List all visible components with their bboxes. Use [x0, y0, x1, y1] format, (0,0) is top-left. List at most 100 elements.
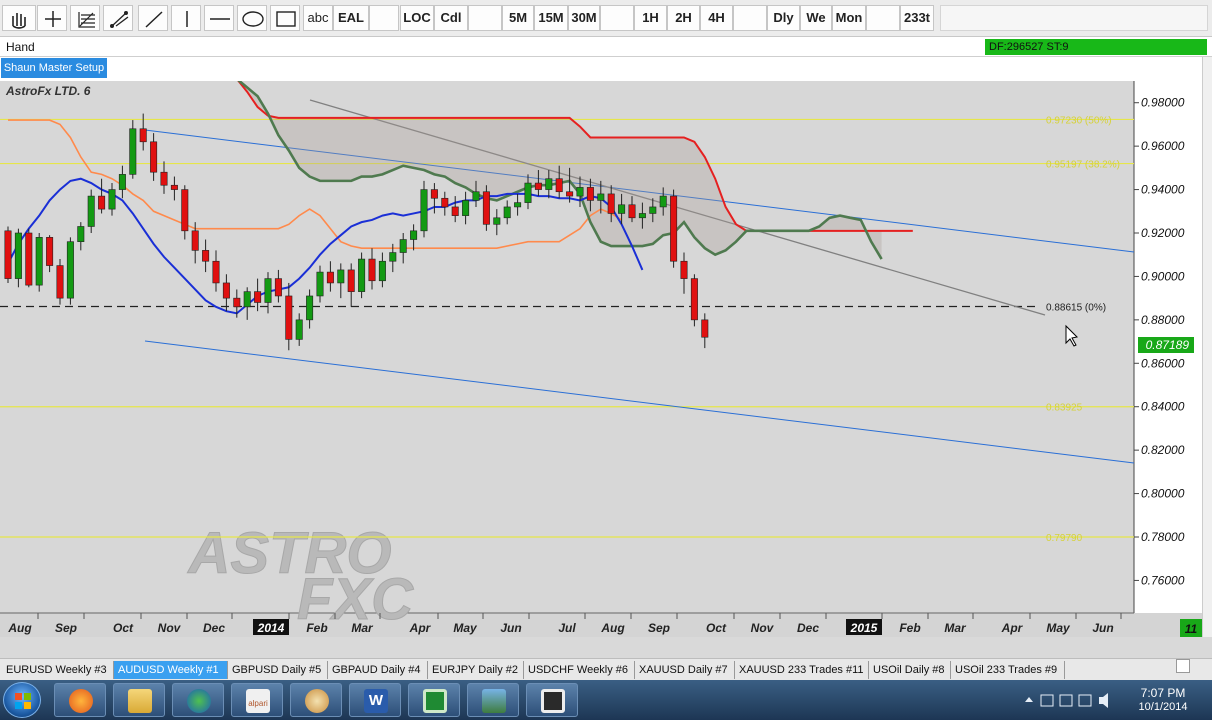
- photo-taskbar-button[interactable]: [467, 683, 519, 717]
- df-status-box: DF:296527 ST:9: [985, 39, 1207, 55]
- candle-body: [191, 230, 199, 251]
- volume-icon[interactable]: [1099, 693, 1108, 708]
- camtasia-recorder-taskbar-button[interactable]: [526, 683, 578, 717]
- candle-body: [680, 260, 688, 279]
- vertical-line-tool-button[interactable]: [171, 5, 201, 31]
- tab-usoil-233-trades[interactable]: USOil 233 Trades #9: [951, 661, 1065, 679]
- candle-body: [378, 260, 386, 282]
- candle-body: [420, 189, 428, 232]
- candle-body: [98, 195, 106, 210]
- candle-body: [701, 319, 709, 338]
- tab-xauusd-daily[interactable]: XAUUSD Daily #7: [635, 661, 735, 679]
- right-scroll-panel[interactable]: [1202, 57, 1212, 637]
- crosshair-tool-button[interactable]: [37, 5, 67, 31]
- rectangle-tool-button[interactable]: [270, 5, 300, 31]
- candle-body: [399, 239, 407, 253]
- tab-eurjpy-daily[interactable]: EURJPY Daily #2: [428, 661, 524, 679]
- candle-body: [87, 195, 95, 227]
- candle: [129, 120, 137, 179]
- clock-time[interactable]: 7:07 PM: [1128, 686, 1198, 700]
- windows-logo-icon: [15, 693, 31, 709]
- time-tick-label: May: [453, 621, 478, 635]
- hand-icon: [12, 13, 26, 29]
- start-button[interactable]: [3, 682, 41, 718]
- toolbar-spacer: [468, 5, 502, 31]
- candle-body: [170, 184, 178, 190]
- camtasia-taskbar-button[interactable]: [408, 683, 460, 717]
- tab-audusd-weekly[interactable]: AUDUSD Weekly #1: [114, 661, 228, 679]
- word-taskbar-button[interactable]: W: [349, 683, 401, 717]
- tab-gbpusd-daily[interactable]: GBPUSD Daily #5: [228, 661, 328, 679]
- candle: [358, 252, 366, 299]
- fibonacci-tool-button[interactable]: [70, 5, 100, 31]
- tab-eurusd-weekly[interactable]: EURUSD Weekly #3: [2, 661, 114, 679]
- timeframe-4h-button[interactable]: 4H: [700, 5, 733, 31]
- timeframe-monthly-button[interactable]: Mon: [832, 5, 866, 31]
- eal-button[interactable]: EAL: [333, 5, 369, 31]
- toolbar-spacer: [600, 5, 634, 31]
- time-tick-label: Mar: [944, 621, 967, 635]
- fib-level-label: 0.88615 (0%): [1046, 303, 1106, 314]
- firefox-icon: [69, 689, 93, 713]
- paint-taskbar-button[interactable]: [290, 683, 342, 717]
- setup-button[interactable]: Shaun Master Setup: [1, 58, 107, 78]
- candle-body: [181, 189, 189, 232]
- ellipse-tool-button[interactable]: [237, 5, 267, 31]
- tab-xauusd-233-trades[interactable]: XAUUSD 233 Trades #11: [735, 661, 869, 679]
- pitchfork-tool-button[interactable]: [103, 5, 133, 31]
- timeframe-5m-button[interactable]: 5M: [502, 5, 534, 31]
- tab-usoil-daily[interactable]: USOil Daily #8: [869, 661, 951, 679]
- hand-tool-button[interactable]: [2, 5, 36, 31]
- show-hidden-icons-icon[interactable]: [1025, 697, 1033, 702]
- tab-usdchf-weekly[interactable]: USDCHF Weekly #6: [524, 661, 635, 679]
- candle-body: [524, 182, 532, 203]
- fib-level-label: 0.95197 (38.2%): [1046, 160, 1120, 171]
- timeframe-weekly-button[interactable]: We: [800, 5, 832, 31]
- cdl-button[interactable]: Cdl: [434, 5, 468, 31]
- price-tick-label: 0.86000: [1141, 356, 1185, 370]
- candle-body: [628, 204, 636, 219]
- tab-scroll-button[interactable]: [1176, 659, 1190, 673]
- loc-button[interactable]: LOC: [400, 5, 434, 31]
- time-tick-label: Oct: [706, 621, 727, 635]
- candle-body: [482, 191, 490, 225]
- candle-body: [254, 291, 262, 303]
- timeframe-2h-button[interactable]: 2H: [667, 5, 700, 31]
- current-tool-label: Hand: [6, 40, 35, 54]
- tab-gbpaud-daily[interactable]: GBPAUD Daily #4: [328, 661, 428, 679]
- timeframe-daily-button[interactable]: Dly: [767, 5, 800, 31]
- candle-body: [607, 193, 615, 214]
- chart-area[interactable]: ASTRO FXC 0.97230 (50%) 0.95197 (38.2%) 0.…: [0, 81, 1202, 637]
- alpari-taskbar-button[interactable]: alpari: [231, 683, 283, 717]
- time-tick-label: Mar: [351, 621, 374, 635]
- candle-body: [150, 141, 158, 173]
- candle-body: [690, 278, 698, 321]
- horizontal-line-tool-button[interactable]: [204, 5, 234, 31]
- time-tick-label: Dec: [203, 621, 225, 635]
- candle-body: [56, 265, 64, 299]
- candle-body: [160, 171, 168, 186]
- explorer-taskbar-button[interactable]: [113, 683, 165, 717]
- action-center-icon[interactable]: [1040, 694, 1054, 707]
- price-tick-label: 0.92000: [1141, 226, 1185, 240]
- candle-body: [410, 230, 418, 240]
- status-bar: Hand DF:296527 ST:9: [0, 37, 1212, 57]
- candle-body: [326, 271, 334, 284]
- firefox-taskbar-button[interactable]: [54, 683, 106, 717]
- fibonacci-icon: [78, 12, 95, 28]
- timeframe-15m-button[interactable]: 15M: [534, 5, 568, 31]
- network-icon[interactable]: [1078, 694, 1092, 707]
- trendline-tool-button[interactable]: [138, 5, 168, 31]
- price-chart[interactable]: ASTRO FXC 0.97230 (50%)0.95197 (38.2%)0.…: [0, 81, 1202, 637]
- timeframe-1h-button[interactable]: 1H: [634, 5, 667, 31]
- time-tick-label: Sep: [55, 621, 77, 635]
- timeframe-30m-button[interactable]: 30M: [568, 5, 600, 31]
- timeframe-233t-button[interactable]: 233t: [900, 5, 934, 31]
- time-tick-label: 2014: [257, 621, 285, 635]
- text-tool-button[interactable]: abc: [303, 5, 333, 31]
- browser-taskbar-button[interactable]: [172, 683, 224, 717]
- photo-icon: [482, 689, 506, 713]
- candle-body: [4, 230, 12, 279]
- clock-date[interactable]: 10/1/2014: [1128, 701, 1198, 713]
- flag-icon[interactable]: [1059, 694, 1073, 707]
